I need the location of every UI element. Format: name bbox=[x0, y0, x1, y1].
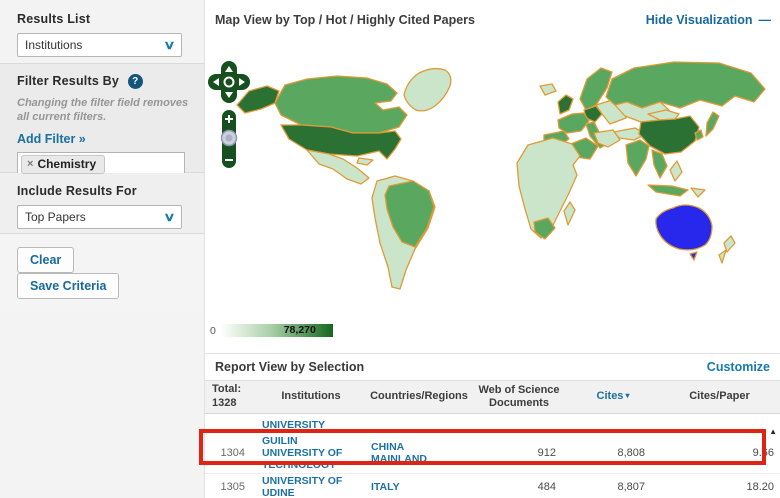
cites-value: 8,807 bbox=[567, 481, 659, 493]
institution-link[interactable]: UNIVERSITY OF UDINE bbox=[255, 475, 359, 498]
clear-button[interactable]: Clear bbox=[17, 247, 74, 273]
map-header: Map View by Top / Hot / Highly Cited Pap… bbox=[205, 0, 780, 40]
scroll-up-icon[interactable]: ▲ bbox=[769, 427, 777, 436]
legend-gradient-bar: 78,270 bbox=[221, 324, 333, 337]
results-list-value: Institutions bbox=[25, 38, 82, 52]
region-new-zealand bbox=[719, 236, 735, 263]
customize-link[interactable]: Customize bbox=[707, 360, 770, 374]
institution-link[interactable]: UNIVERSITY bbox=[255, 419, 359, 431]
country-link[interactable]: ITALY bbox=[367, 481, 439, 493]
results-list-dropdown[interactable]: Institutions ∨ bbox=[17, 33, 182, 57]
sidebar: Results List Institutions ∨ Filter Resul… bbox=[0, 0, 205, 498]
region-new-guinea bbox=[691, 188, 705, 197]
region-caribbean bbox=[357, 158, 373, 165]
cites-label: Cites bbox=[597, 390, 624, 402]
col-header-cites-per-paper[interactable]: Cites/Paper bbox=[659, 390, 780, 403]
region-france bbox=[558, 113, 589, 133]
col-header-documents[interactable]: Web of Science Documents bbox=[471, 384, 567, 410]
report-title: Report View by Selection bbox=[215, 360, 364, 374]
table-header-row: Total: 1328 Institutions Countries/Regio… bbox=[205, 381, 780, 414]
row-rank: 1304 bbox=[205, 447, 255, 459]
region-australia-selected bbox=[656, 205, 712, 250]
region-tasmania-selected bbox=[690, 252, 697, 260]
include-results-label: Include Results For bbox=[17, 184, 190, 198]
remove-tag-icon[interactable]: × bbox=[27, 158, 33, 170]
legend-max-value: 78,270 bbox=[284, 324, 316, 337]
esi-app: Results List Institutions ∨ Filter Resul… bbox=[0, 0, 780, 498]
legend-min-value: 0 bbox=[210, 325, 216, 337]
filter-section: Filter Results By ? Changing the filter … bbox=[0, 63, 204, 173]
total-value: 1328 bbox=[212, 397, 253, 411]
chevron-down-icon: ∨ bbox=[163, 210, 175, 224]
map-legend: 0 78,270 bbox=[210, 324, 333, 337]
include-results-dropdown[interactable]: Top Papers ∨ bbox=[17, 205, 182, 229]
filter-note: Changing the filter field removes all cu… bbox=[17, 96, 190, 125]
region-alaska bbox=[237, 86, 279, 113]
hide-visualization-label: Hide Visualization bbox=[646, 13, 753, 27]
world-choropleth-map[interactable] bbox=[229, 53, 774, 308]
region-russia bbox=[606, 62, 765, 108]
wos-documents-value: 484 bbox=[471, 481, 567, 493]
filter-tag-chemistry[interactable]: × Chemistry bbox=[21, 155, 105, 174]
filter-label: Filter Results By ? bbox=[17, 74, 190, 89]
region-japan bbox=[706, 112, 719, 136]
table-row-1304[interactable]: 1304 GUILIN UNIVERSITY OF TECHNOLOGY CHI… bbox=[205, 433, 780, 473]
hide-visualization-link[interactable]: Hide Visualization — bbox=[646, 13, 771, 27]
region-indonesia bbox=[648, 185, 688, 196]
map-visualization[interactable]: 0 78,270 bbox=[205, 40, 780, 353]
chevron-down-icon: ∨ bbox=[163, 38, 175, 52]
results-list-label: Results List bbox=[17, 12, 190, 26]
minus-icon: — bbox=[759, 13, 772, 27]
institution-link[interactable]: GUILIN UNIVERSITY OF TECHNOLOGY bbox=[255, 435, 359, 472]
region-greenland bbox=[404, 69, 451, 111]
add-filter-link[interactable]: Add Filter » bbox=[17, 132, 86, 146]
region-madagascar bbox=[564, 202, 575, 225]
sort-desc-icon: ▾ bbox=[625, 391, 629, 400]
region-philippines bbox=[670, 161, 682, 181]
results-list-section: Results List Institutions ∨ bbox=[0, 0, 204, 63]
wos-documents-value: 912 bbox=[471, 447, 567, 459]
col-header-cites-sorted[interactable]: Cites▾ bbox=[567, 390, 659, 403]
region-india bbox=[626, 140, 649, 176]
cites-value: 8,808 bbox=[567, 447, 659, 459]
cites-per-paper-value: 18.20 bbox=[659, 481, 780, 493]
table-row-1305[interactable]: 1305 UNIVERSITY OF UDINE ITALY 484 8,807… bbox=[205, 473, 780, 498]
total-label: Total: bbox=[212, 383, 253, 397]
map-title: Map View by Top / Hot / Highly Cited Pap… bbox=[215, 13, 475, 27]
row-rank: 1305 bbox=[205, 481, 255, 493]
col-header-countries[interactable]: Countries/Regions bbox=[367, 390, 471, 403]
sidebar-actions: Clear Save Criteria bbox=[0, 233, 204, 311]
col-header-institutions[interactable]: Institutions bbox=[255, 390, 367, 403]
country-link[interactable]: CHINA MAINLAND bbox=[367, 441, 439, 465]
region-uk bbox=[558, 95, 573, 114]
report-bar: Report View by Selection Customize bbox=[205, 353, 780, 380]
total-count: Total: 1328 bbox=[205, 383, 255, 411]
save-criteria-button[interactable]: Save Criteria bbox=[17, 273, 119, 299]
include-results-section: Include Results For Top Papers ∨ bbox=[0, 173, 204, 233]
main-panel: Map View by Top / Hot / Highly Cited Pap… bbox=[205, 0, 780, 498]
region-iceland bbox=[540, 84, 556, 95]
results-table: Total: 1328 Institutions Countries/Regio… bbox=[205, 380, 780, 498]
include-results-value: Top Papers bbox=[25, 210, 86, 224]
filter-label-text: Filter Results By bbox=[17, 74, 119, 88]
table-row-partial[interactable]: UNIVERSITY bbox=[205, 414, 780, 433]
filter-tag-label: Chemistry bbox=[37, 157, 96, 171]
help-icon[interactable]: ? bbox=[128, 74, 143, 89]
cites-per-paper-value: 9.66 bbox=[659, 447, 780, 459]
